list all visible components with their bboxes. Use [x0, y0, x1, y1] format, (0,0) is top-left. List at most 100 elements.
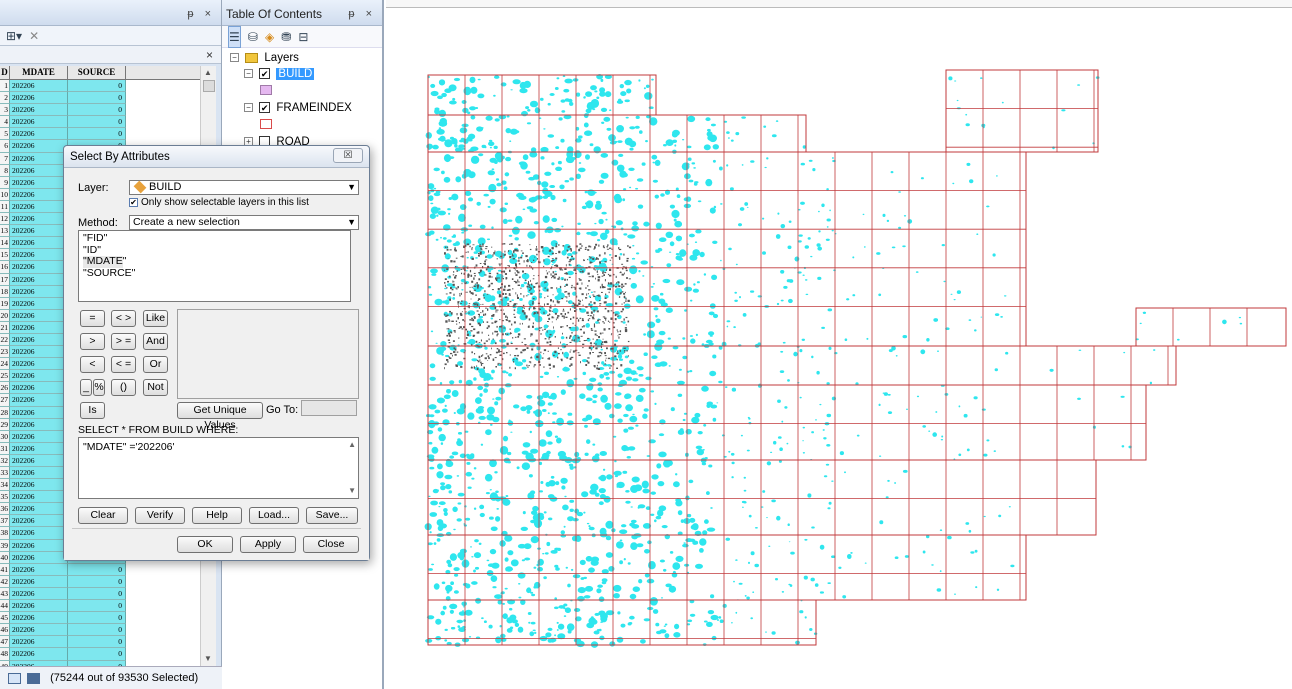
- operator-less-button[interactable]: <: [80, 356, 105, 373]
- table-row[interactable]: 1 202206 0: [0, 80, 200, 93]
- table-row[interactable]: 43 202206 0: [0, 587, 200, 601]
- scroll-thumb[interactable]: [203, 80, 215, 92]
- collapse-icon[interactable]: −: [244, 69, 253, 79]
- layer-build-visibility-checkbox[interactable]: ✔: [259, 68, 271, 80]
- operator-greater-equal-button[interactable]: > =: [111, 333, 136, 350]
- sql-expression-box[interactable]: "MDATE" ='202206' ▲ ▼: [78, 437, 359, 499]
- load-button[interactable]: Load...: [249, 507, 299, 524]
- building-feature: [582, 417, 589, 422]
- unselected-building-feature: [548, 338, 550, 340]
- dialog-titlebar[interactable]: Select By Attributes ☒: [64, 146, 369, 168]
- scroll-up-icon[interactable]: ▲: [348, 440, 356, 449]
- table-row[interactable]: 2 202206 0: [0, 92, 200, 105]
- field-item[interactable]: "SOURCE": [83, 267, 350, 280]
- unselected-building-feature: [564, 278, 566, 281]
- pane-pin-close-buttons[interactable]: ᵽ ×: [187, 8, 215, 20]
- building-feature: [539, 490, 543, 493]
- unselected-building-feature: [623, 293, 626, 295]
- layer-frameindex-row[interactable]: − ✔ FRAMEINDEX: [244, 100, 352, 116]
- chevron-down-icon[interactable]: ▼: [347, 216, 356, 229]
- only-selectable-option[interactable]: ✔ Only show selectable layers in this lis…: [129, 197, 309, 208]
- clear-button[interactable]: Clear: [78, 507, 128, 524]
- close-button[interactable]: Close: [303, 536, 359, 553]
- operator-percent-button[interactable]: %: [93, 379, 105, 396]
- column-header-mdate[interactable]: MDATE: [10, 66, 68, 79]
- table-row[interactable]: 5 202206 0: [0, 128, 200, 141]
- building-feature: [689, 370, 693, 373]
- operator-parentheses-button[interactable]: (): [111, 379, 136, 396]
- operator-greater-button[interactable]: >: [80, 333, 105, 350]
- table-row[interactable]: 4 202206 0: [0, 116, 200, 129]
- column-header-source[interactable]: SOURCE: [68, 66, 126, 79]
- operator-or-button[interactable]: Or: [143, 356, 168, 373]
- save-button[interactable]: Save...: [306, 507, 358, 524]
- mdate-cell: 202206: [10, 648, 68, 661]
- layer-frameindex-visibility-checkbox[interactable]: ✔: [259, 102, 271, 114]
- map-canvas[interactable]: [386, 0, 1292, 689]
- only-selectable-checkbox[interactable]: ✔: [129, 197, 138, 207]
- list-by-drawing-order-icon[interactable]: ☰: [228, 26, 241, 48]
- building-feature: [554, 259, 557, 262]
- list-by-selection-icon[interactable]: ⛃: [281, 27, 291, 47]
- layer-dropdown[interactable]: BUILD ▼: [129, 180, 359, 195]
- layer-build-label[interactable]: BUILD: [276, 68, 315, 80]
- operator-is-button[interactable]: Is: [80, 402, 105, 419]
- help-button[interactable]: Help: [192, 507, 242, 524]
- build-symbol-swatch[interactable]: [260, 85, 272, 95]
- get-unique-values-button[interactable]: Get Unique Values: [177, 402, 263, 431]
- ok-button[interactable]: OK: [177, 536, 233, 553]
- frameindex-symbol-swatch[interactable]: [260, 119, 272, 129]
- building-feature: [624, 355, 629, 359]
- operator-like-button[interactable]: Like: [143, 310, 168, 327]
- unique-values-list[interactable]: [177, 309, 359, 399]
- goto-input[interactable]: [301, 400, 357, 416]
- list-by-source-icon[interactable]: ⛁: [248, 27, 258, 47]
- building-feature: [458, 144, 465, 148]
- table-row[interactable]: 3 202206 0: [0, 104, 200, 117]
- unselected-building-feature: [503, 352, 505, 355]
- table-tab-close-button[interactable]: ×: [206, 48, 213, 62]
- operator-and-button[interactable]: And: [143, 333, 168, 350]
- layer-frameindex-label[interactable]: FRAMEINDEX: [276, 102, 351, 114]
- operator-not-button[interactable]: Not: [143, 379, 168, 396]
- operator-not-equal-button[interactable]: < >: [111, 310, 136, 327]
- operator-equals-button[interactable]: =: [80, 310, 105, 327]
- column-header-id[interactable]: D: [0, 66, 10, 79]
- method-dropdown[interactable]: Create a new selection ▼: [129, 215, 359, 230]
- fields-list[interactable]: "FID" "ID" "MDATE" "SOURCE": [78, 230, 351, 302]
- unselected-building-feature: [481, 355, 483, 357]
- table-row[interactable]: 42 202206 0: [0, 575, 200, 588]
- field-item[interactable]: "MDATE": [83, 255, 126, 268]
- table-row[interactable]: 46 202206 0: [0, 624, 200, 637]
- table-row[interactable]: 48 202206 0: [0, 648, 200, 661]
- layer-build-row[interactable]: − ✔ BUILD: [244, 66, 315, 82]
- show-all-records-icon[interactable]: [8, 672, 21, 684]
- table-row[interactable]: 41 202206 0: [0, 563, 200, 576]
- toc-options-icon[interactable]: ⊟: [298, 27, 308, 47]
- scroll-up-icon[interactable]: ▲: [204, 68, 212, 77]
- operator-underscore-button[interactable]: _: [80, 379, 92, 396]
- verify-button[interactable]: Verify: [135, 507, 185, 524]
- dialog-close-button[interactable]: ☒: [333, 148, 363, 163]
- field-item[interactable]: "FID": [83, 232, 350, 245]
- map-view[interactable]: [386, 0, 1292, 689]
- scroll-down-icon[interactable]: ▼: [348, 486, 356, 495]
- collapse-icon[interactable]: −: [244, 103, 253, 113]
- close-small-icon[interactable]: ✕: [29, 26, 39, 46]
- collapse-icon[interactable]: −: [230, 53, 239, 63]
- chevron-down-icon[interactable]: ▼: [347, 181, 356, 194]
- table-row[interactable]: 44 202206 0: [0, 600, 200, 613]
- toc-pin-close-buttons[interactable]: ᵽ ×: [348, 8, 376, 20]
- operator-less-equal-button[interactable]: < =: [111, 356, 136, 373]
- sql-expression-text[interactable]: "MDATE" ='202206': [83, 441, 175, 453]
- layers-node[interactable]: − Layers: [230, 50, 299, 66]
- building-feature: [601, 569, 609, 574]
- show-selected-records-icon[interactable]: [27, 672, 41, 684]
- table-row[interactable]: 47 202206 0: [0, 636, 200, 649]
- apply-button[interactable]: Apply: [240, 536, 296, 553]
- table-row[interactable]: 45 202206 0: [0, 612, 200, 625]
- scroll-down-icon[interactable]: ▼: [204, 654, 212, 663]
- table-options-icon[interactable]: ⊞▾: [6, 26, 22, 46]
- list-by-visibility-icon[interactable]: ◈: [265, 27, 274, 47]
- building-feature: [449, 455, 455, 459]
